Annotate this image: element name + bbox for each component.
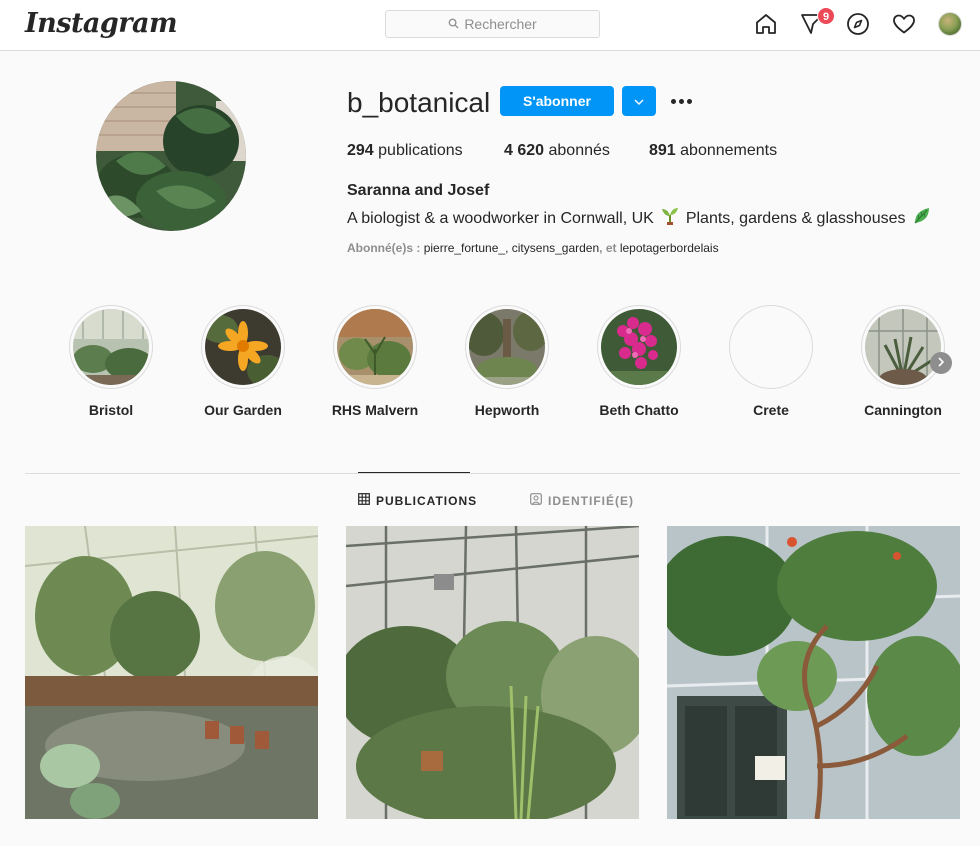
search-input[interactable]: Rechercher — [385, 10, 600, 38]
following-label: abonnements — [680, 142, 778, 159]
story-highlight[interactable]: Beth Chatto — [597, 305, 681, 418]
followed-by: Abonné(e)s : pierre_fortune_, citysens_g… — [347, 241, 719, 255]
highlight-cover-ring — [201, 305, 285, 389]
story-highlight[interactable]: Crete — [729, 305, 813, 418]
followed-by-user[interactable]: lepotagerbordelais — [620, 241, 719, 255]
notification-badge: 9 — [817, 7, 835, 25]
highlight-label: Hepworth — [474, 402, 540, 418]
highlight-cover-ring — [861, 305, 945, 389]
highlight-label: Beth Chatto — [599, 402, 679, 418]
highlight-label: Crete — [753, 402, 789, 418]
highlight-label: Our Garden — [204, 402, 282, 418]
highlight-cover — [337, 309, 413, 385]
following-count: 891 — [649, 142, 676, 159]
leafy-green-icon — [912, 206, 932, 231]
tabs-divider — [25, 473, 960, 474]
posts-count: 294 — [347, 142, 374, 159]
more-options-button[interactable] — [668, 90, 694, 112]
story-highlight[interactable]: Hepworth — [465, 305, 549, 418]
bio-text-2: Plants, gardens & glasshouses — [685, 209, 906, 227]
active-tab-indicator — [358, 472, 470, 473]
story-highlight[interactable]: RHS Malvern — [332, 305, 418, 418]
highlight-cover — [469, 309, 545, 385]
highlight-cover-ring — [729, 305, 813, 389]
highlight-cover-ring — [333, 305, 417, 389]
chevron-right-icon — [937, 354, 945, 372]
follow-button[interactable]: S'abonner — [500, 86, 614, 116]
highlight-cover-ring — [465, 305, 549, 389]
tab-tagged[interactable]: IDENTIFIÉ(E) — [530, 493, 634, 508]
highlight-label: Cannington — [864, 402, 942, 418]
bio-text-1: A biologist & a woodworker in Cornwall, … — [347, 209, 654, 227]
highlight-label: RHS Malvern — [331, 402, 419, 418]
story-highlight[interactable]: Our Garden — [201, 305, 285, 418]
chevron-down-icon — [634, 92, 644, 110]
bio: A biologist & a woodworker in Cornwall, … — [347, 206, 932, 231]
highlight-cover — [205, 309, 281, 385]
followers-count: 4 620 — [504, 142, 545, 159]
highlight-cover — [733, 309, 809, 385]
suggestions-dropdown-button[interactable] — [622, 86, 656, 116]
home-icon[interactable] — [754, 12, 778, 36]
highlights-next-button[interactable] — [930, 352, 952, 374]
followers-stat[interactable]: 4 620 abonnés — [504, 142, 610, 160]
following-stat[interactable]: 891 abonnements — [649, 142, 777, 160]
post-thumbnail[interactable] — [346, 526, 639, 819]
highlight-cover — [73, 309, 149, 385]
story-highlight[interactable]: Bristol — [69, 305, 153, 418]
followed-by-user[interactable]: citysens_garden — [512, 241, 599, 255]
highlight-cover — [865, 309, 941, 385]
more-dots-icon — [670, 98, 676, 104]
explore-icon[interactable] — [846, 12, 870, 36]
tagged-user-icon — [530, 493, 542, 508]
seedling-icon — [660, 206, 680, 231]
full-name: Saranna and Josef — [347, 182, 490, 199]
tab-label: IDENTIFIÉ(E) — [548, 493, 634, 508]
tab-label: PUBLICATIONS — [376, 493, 478, 508]
username: b_botanical — [347, 87, 491, 118]
highlight-label: Bristol — [88, 402, 134, 418]
direct-messages-icon[interactable]: 9 — [800, 7, 835, 36]
user-avatar[interactable] — [938, 12, 962, 36]
post-thumbnail[interactable] — [25, 526, 318, 819]
top-nav: Instagram Rechercher 9 — [0, 0, 980, 51]
highlight-cover-ring — [69, 305, 153, 389]
highlight-cover-ring — [597, 305, 681, 389]
tab-publications[interactable]: PUBLICATIONS — [358, 493, 477, 508]
instagram-logo[interactable]: Instagram — [25, 8, 178, 39]
post-thumbnail[interactable] — [667, 526, 960, 819]
posts-stat: 294 publications — [347, 142, 463, 160]
heart-icon[interactable] — [892, 12, 916, 36]
highlight-cover — [601, 309, 677, 385]
search-icon — [448, 16, 459, 32]
profile-picture[interactable] — [96, 81, 246, 231]
posts-label: publications — [378, 142, 463, 159]
grid-icon — [358, 493, 370, 508]
followers-label: abonnés — [548, 142, 610, 159]
followed-by-user[interactable]: pierre_fortune_ — [424, 241, 505, 255]
search-placeholder: Rechercher — [464, 16, 537, 32]
